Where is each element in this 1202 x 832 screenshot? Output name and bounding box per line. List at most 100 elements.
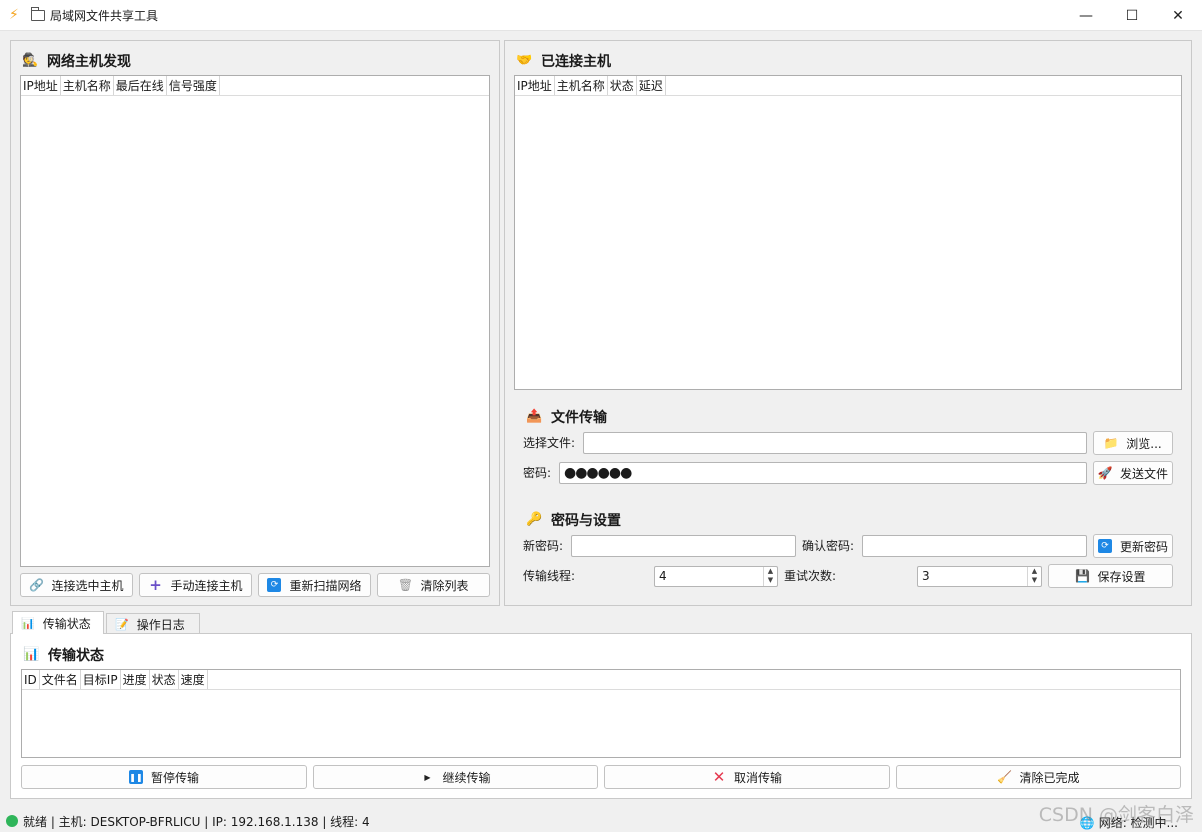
spin-arrows-icon[interactable]: ▲ ▼: [1027, 567, 1041, 586]
connected-table-header: IP地址 主机名称 状态 延迟: [515, 76, 1181, 96]
resume-transfer-label: 继续传输: [442, 770, 491, 785]
column-header[interactable]: 速度: [179, 670, 208, 689]
cancel-transfer-label: 取消传输: [733, 770, 782, 785]
threads-value: 4: [659, 569, 667, 583]
update-password-button[interactable]: ⟳ 更新密码: [1093, 534, 1173, 558]
tab-transfer-status[interactable]: 📊 传输状态: [12, 611, 104, 634]
save-settings-button[interactable]: 💾 保存设置: [1048, 564, 1173, 588]
threads-label: 传输线程:: [523, 569, 576, 583]
tab-label: 传输状态: [42, 616, 91, 631]
new-password-label: 新密码:: [523, 539, 564, 553]
handshake-icon: 🤝: [516, 53, 533, 68]
column-header[interactable]: ID: [22, 670, 40, 689]
discovery-title: 🕵 网络主机发现: [22, 51, 131, 71]
lightning-icon: ⚡: [9, 7, 19, 23]
connected-table[interactable]: IP地址 主机名称 状态 延迟: [514, 75, 1182, 390]
column-header[interactable]: 最后在线: [114, 76, 167, 95]
refresh-icon: ⟳: [1097, 539, 1112, 553]
password-label: 密码:: [523, 466, 552, 480]
manual-connect-button[interactable]: + 手动连接主机: [139, 573, 252, 597]
broom-icon: 🧹: [997, 770, 1012, 784]
transfer-table-header: ID 文件名 目标IP 进度 状态 速度: [22, 670, 1180, 690]
spin-arrows-icon[interactable]: ▲ ▼: [763, 567, 777, 586]
minimize-button[interactable]: —: [1063, 0, 1109, 31]
new-password-input[interactable]: [571, 535, 796, 557]
select-file-label: 选择文件:: [523, 436, 576, 450]
file-path-input[interactable]: [583, 432, 1087, 454]
manual-connect-label: 手动连接主机: [170, 578, 243, 593]
transfer-status-title-text: 传输状态: [48, 648, 104, 664]
transfer-status-table[interactable]: ID 文件名 目标IP 进度 状态 速度: [21, 669, 1181, 758]
column-header[interactable]: IP地址: [515, 76, 555, 95]
retries-spinbox[interactable]: 3 ▲ ▼: [917, 566, 1042, 587]
clear-list-button[interactable]: 🗑 清除列表: [377, 573, 490, 597]
minimize-icon: —: [1079, 7, 1093, 24]
confirm-password-input[interactable]: [862, 535, 1087, 557]
column-header[interactable]: 主机名称: [61, 76, 114, 95]
confirm-password-label: 确认密码:: [802, 539, 855, 553]
browse-label: 浏览...: [1126, 436, 1162, 451]
plus-icon: +: [149, 576, 162, 594]
close-button[interactable]: ✕: [1155, 0, 1201, 31]
trash-icon: 🗑: [397, 578, 414, 592]
discovery-table-header: IP地址 主机名称 最后在线 信号强度: [21, 76, 489, 96]
column-header[interactable]: 进度: [121, 670, 150, 689]
folder-icon: [31, 6, 45, 21]
column-header[interactable]: 信号强度: [167, 76, 220, 95]
resume-transfer-button[interactable]: ▶ 继续传输: [313, 765, 598, 789]
rescan-label: 重新扫描网络: [289, 578, 362, 593]
connected-title: 🤝 已连接主机: [516, 51, 611, 71]
clear-completed-button[interactable]: 🧹 清除已完成: [896, 765, 1181, 789]
cancel-icon: ✕: [712, 768, 726, 786]
threads-spinbox[interactable]: 4 ▲ ▼: [654, 566, 778, 587]
column-header[interactable]: IP地址: [21, 76, 61, 95]
clear-list-label: 清除列表: [420, 578, 469, 593]
browse-button[interactable]: 📁 浏览...: [1093, 431, 1173, 455]
column-header[interactable]: 文件名: [40, 670, 81, 689]
transfer-status-title: 📊 传输状态: [23, 645, 104, 665]
maximize-button[interactable]: ☐: [1109, 0, 1155, 31]
clear-completed-label: 清除已完成: [1019, 770, 1080, 785]
refresh-icon: ⟳: [267, 578, 282, 592]
send-file-button[interactable]: 🚀 发送文件: [1093, 461, 1173, 485]
chart-icon: 📊: [21, 616, 35, 630]
retries-value: 3: [922, 569, 930, 583]
pause-transfer-button[interactable]: ❚❚ 暂停传输: [21, 765, 307, 789]
tab-operation-log[interactable]: 📝 操作日志: [106, 613, 200, 635]
discovery-table[interactable]: IP地址 主机名称 最后在线 信号强度: [20, 75, 490, 567]
file-transfer-title: 📤 文件传输: [526, 407, 607, 427]
column-header[interactable]: 状态: [150, 670, 179, 689]
settings-title-text: 密码与设置: [551, 513, 621, 529]
maximize-icon: ☐: [1125, 7, 1139, 24]
pause-icon: ❚❚: [128, 770, 143, 784]
memo-icon: 📝: [115, 618, 129, 631]
column-header[interactable]: 目标IP: [81, 670, 121, 689]
send-file-label: 发送文件: [1119, 466, 1168, 481]
discovery-title-text: 网络主机发现: [47, 54, 131, 70]
horizontal-splitter[interactable]: [10, 606, 1192, 610]
update-password-label: 更新密码: [1119, 539, 1168, 554]
status-text: 就绪 | 主机: DESKTOP-BFRLICU | IP: 192.168.1…: [23, 814, 370, 829]
rescan-network-button[interactable]: ⟳ 重新扫描网络: [258, 573, 371, 597]
column-header[interactable]: 延迟: [637, 76, 666, 95]
column-header[interactable]: 主机名称: [555, 76, 608, 95]
rocket-icon: 🚀: [1097, 466, 1113, 480]
window-title: 局域网文件共享工具: [50, 8, 159, 23]
link-icon: 🔗: [29, 578, 44, 592]
file-transfer-title-text: 文件传输: [551, 410, 607, 426]
chart-icon: 📊: [23, 647, 40, 662]
title-bar: ⚡ 局域网文件共享工具 — ☐ ✕: [0, 0, 1202, 31]
key-icon: 🔑: [526, 512, 543, 527]
floppy-icon: 💾: [1075, 569, 1090, 583]
column-header[interactable]: 状态: [608, 76, 637, 95]
save-settings-label: 保存设置: [1097, 569, 1146, 584]
connect-selected-button[interactable]: 🔗 连接选中主机: [20, 573, 133, 597]
connected-title-text: 已连接主机: [541, 54, 611, 70]
pause-transfer-label: 暂停传输: [150, 770, 199, 785]
upload-icon: 📤: [526, 409, 543, 424]
play-icon: ▶: [424, 772, 431, 782]
folder-icon: 📁: [1103, 436, 1119, 450]
password-input[interactable]: ●●●●●●: [559, 462, 1087, 484]
status-bar: 就绪 | 主机: DESKTOP-BFRLICU | IP: 192.168.1…: [0, 810, 1202, 832]
cancel-transfer-button[interactable]: ✕ 取消传输: [604, 765, 890, 789]
